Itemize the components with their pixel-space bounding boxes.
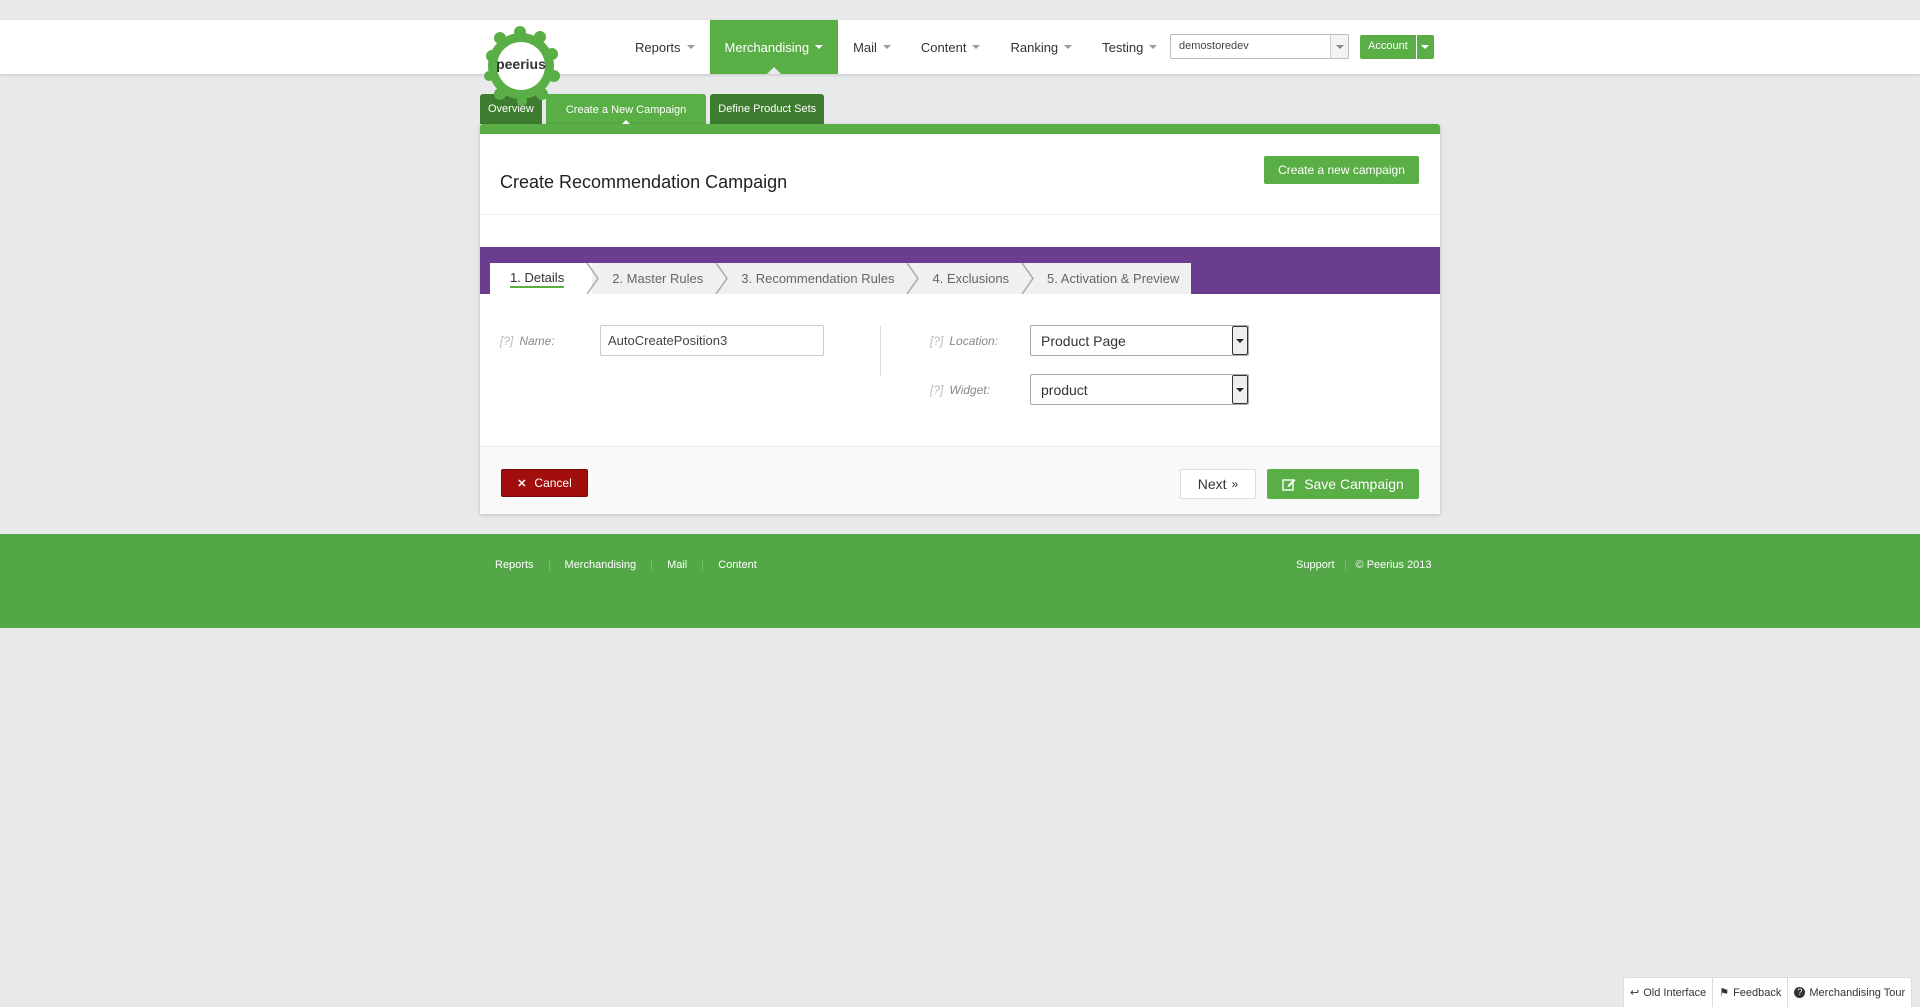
location-select[interactable]: Product Page [1030, 325, 1249, 356]
widget-label-text: Widget: [949, 383, 990, 397]
question-circle-icon: ? [1794, 987, 1806, 998]
double-chevron-right-icon: » [1231, 477, 1239, 491]
name-help-icon[interactable]: [?] [500, 334, 513, 348]
widget-help-icon[interactable]: [?] [930, 383, 943, 397]
next-label: Next [1197, 476, 1227, 492]
footer-link-reports[interactable]: Reports [480, 559, 549, 571]
step-recommendation-rules-label: 3. Recommendation Rules [741, 271, 895, 286]
details-form: [?] Name: [?] Location: Product Page [?] Wi… [480, 294, 1440, 444]
bottom-help-bar: ↩ Old Interface ⚑ Feedback ? Merchandising … [1623, 977, 1913, 1007]
location-label: [?] Location: [930, 334, 998, 348]
chevron-down-icon[interactable] [1330, 35, 1348, 58]
top-strip [0, 0, 1920, 20]
location-label-text: Location: [949, 334, 999, 348]
nav-mail-label: Mail [853, 39, 877, 55]
old-interface-button[interactable]: ↩ Old Interface [1624, 978, 1712, 1007]
divider [480, 214, 1440, 215]
footer-link-merchandising[interactable]: Merchandising [548, 559, 652, 571]
footer-links: Reports Merchandising Mail Content [480, 559, 772, 571]
chevron-down-icon [1149, 45, 1158, 49]
chevron-down-icon[interactable] [1232, 326, 1248, 355]
peerius-logo[interactable]: peerius [480, 26, 562, 106]
save-campaign-button[interactable]: Save Campaign [1267, 469, 1419, 499]
wizard-steps-bar: 1. Details 2. Master Rules 3. Recommenda… [480, 247, 1440, 294]
chevron-down-icon [1064, 45, 1073, 49]
location-help-icon[interactable]: [?] [930, 334, 943, 348]
save-label: Save Campaign [1304, 476, 1404, 492]
nav-testing-label: Testing [1102, 39, 1144, 55]
footer-support-link[interactable]: Support [1286, 559, 1345, 571]
tab-create-campaign[interactable]: Create a New Campaign [545, 94, 707, 126]
feedback-label: Feedback [1733, 986, 1782, 999]
campaign-name-input[interactable] [600, 325, 824, 356]
page-title: Create Recommendation Campaign [500, 172, 788, 192]
step-chevron-icon [586, 263, 600, 294]
account-dropdown-toggle[interactable] [1416, 35, 1434, 59]
cancel-button[interactable]: ✕ Cancel [501, 469, 588, 497]
step-exclusions-label: 4. Exclusions [932, 271, 1010, 286]
flag-icon: ⚑ [1719, 987, 1730, 999]
chevron-down-icon [815, 45, 824, 49]
account-button-group: Account [1360, 35, 1434, 59]
chevron-down-icon [972, 45, 981, 49]
nav-ranking-label: Ranking [1010, 39, 1059, 55]
chevron-down-icon [882, 45, 891, 49]
step-exclusions[interactable]: 4. Exclusions [912, 263, 1034, 294]
step-chevron-icon [906, 263, 920, 294]
campaign-card: Create Recommendation Campaign Create a … [480, 124, 1440, 514]
step-master-rules-label: 2. Master Rules [612, 271, 704, 286]
step-chevron-icon [715, 263, 729, 294]
step-recommendation-rules[interactable]: 3. Recommendation Rules [721, 263, 920, 294]
nav-testing[interactable]: Testing [1087, 20, 1172, 74]
top-header: peerius Reports Merchandising Mail Conte… [0, 20, 1920, 106]
nav-content[interactable]: Content [906, 20, 996, 74]
next-button[interactable]: Next » [1180, 469, 1256, 499]
footer-right: Support © Peerius 2013 [1286, 559, 1442, 571]
nav-reports-label: Reports [635, 39, 681, 55]
footer-copyright: © Peerius 2013 [1344, 559, 1442, 571]
merchandising-tour-label: Merchandising Tour [1809, 986, 1906, 999]
nav-merchandising-label: Merchandising [724, 39, 810, 55]
wizard-steps: 1. Details 2. Master Rules 3. Recommenda… [490, 263, 1192, 294]
account-button[interactable]: Account [1360, 35, 1416, 59]
tab-define-product-sets[interactable]: Define Product Sets [710, 94, 825, 124]
edit-icon [1282, 479, 1296, 491]
name-label-text: Name: [519, 334, 555, 348]
feedback-button[interactable]: ⚑ Feedback [1712, 978, 1787, 1007]
store-select[interactable]: demostoredev [1170, 34, 1349, 59]
step-master-rules[interactable]: 2. Master Rules [592, 263, 729, 294]
cancel-label: Cancel [534, 476, 572, 490]
form-divider [880, 326, 881, 376]
site-footer: Reports Merchandising Mail Content Suppo… [0, 534, 1920, 628]
nav-mail[interactable]: Mail [838, 20, 906, 74]
old-interface-label: Old Interface [1643, 986, 1707, 999]
nav-reports[interactable]: Reports [620, 20, 710, 74]
widget-label: [?] Widget: [930, 383, 990, 397]
widget-select[interactable]: product [1030, 374, 1249, 405]
undo-icon: ↩ [1630, 987, 1640, 999]
step-chevron-icon [1021, 263, 1034, 294]
chevron-down-icon [686, 45, 695, 49]
form-actions: ✕ Cancel Next » Save Campaign [480, 446, 1440, 514]
chevron-down-icon[interactable] [1232, 375, 1248, 404]
nav-merchandising[interactable]: Merchandising [709, 20, 839, 74]
merchandising-tour-button[interactable]: ? Merchandising Tour [1787, 978, 1911, 1007]
footer-link-content[interactable]: Content [702, 559, 772, 571]
nav-ranking[interactable]: Ranking [995, 20, 1087, 74]
nav-content-label: Content [920, 39, 967, 55]
footer-link-mail[interactable]: Mail [651, 559, 702, 571]
logo-text: peerius [496, 56, 546, 72]
step-details[interactable]: 1. Details [490, 263, 600, 294]
main-nav: Reports Merchandising Mail Content Ranki… [620, 20, 1172, 74]
step-activation-preview-label: 5. Activation & Preview [1047, 271, 1180, 286]
close-icon: ✕ [517, 477, 527, 490]
store-select-value: demostoredev [1179, 40, 1249, 52]
create-new-campaign-button[interactable]: Create a new campaign [1264, 156, 1419, 184]
step-activation-preview[interactable]: 5. Activation & Preview [1027, 263, 1191, 294]
step-details-label: 1. Details [510, 270, 565, 288]
widget-select-value: product [1041, 382, 1088, 398]
location-select-value: Product Page [1041, 333, 1126, 349]
name-label: [?] Name: [500, 334, 555, 348]
